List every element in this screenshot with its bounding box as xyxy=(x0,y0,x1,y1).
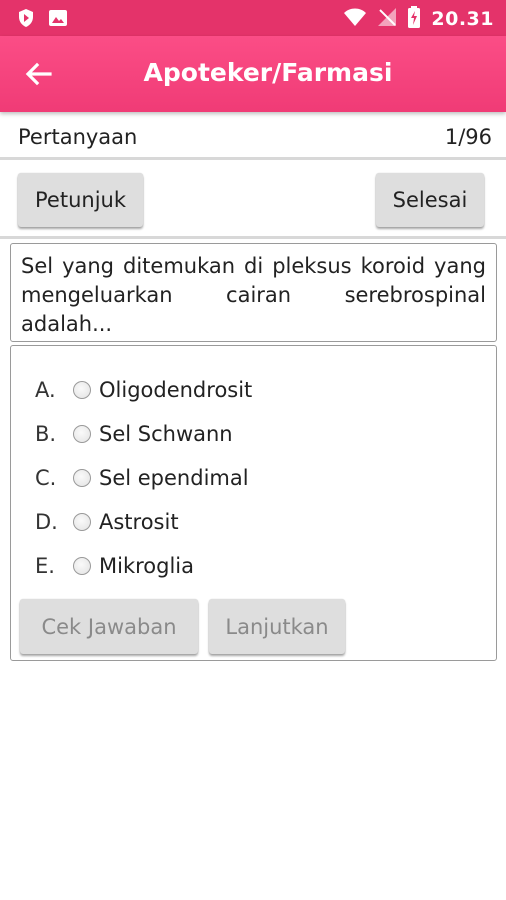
divider xyxy=(0,157,506,160)
option-e[interactable]: E. Mikroglia xyxy=(35,551,194,581)
image-icon xyxy=(48,8,68,32)
app-bar: Apoteker/Farmasi xyxy=(0,36,506,112)
option-label: Oligodendrosit xyxy=(99,378,253,402)
finish-button[interactable]: Selesai xyxy=(376,173,484,227)
option-letter: E. xyxy=(35,554,55,578)
radio-button[interactable] xyxy=(73,469,91,487)
radio-button[interactable] xyxy=(73,513,91,531)
page-title: Apoteker/Farmasi xyxy=(143,58,393,87)
radio-button[interactable] xyxy=(73,557,91,575)
answer-options-panel: A. Oligodendrosit B. Sel Schwann C. Sel … xyxy=(10,345,497,661)
question-header: Pertanyaan 1/96 xyxy=(0,114,506,158)
option-a[interactable]: A. Oligodendrosit xyxy=(35,375,252,405)
option-label: Astrosit xyxy=(99,510,179,534)
option-b[interactable]: B. Sel Schwann xyxy=(35,419,233,449)
option-label: Mikroglia xyxy=(99,554,195,578)
check-answer-button[interactable]: Cek Jawaban xyxy=(20,599,198,654)
radio-button[interactable] xyxy=(73,425,91,443)
hint-button[interactable]: Petunjuk xyxy=(18,173,143,227)
question-label: Pertanyaan xyxy=(18,125,138,149)
option-label: Sel Schwann xyxy=(99,422,233,446)
option-c[interactable]: C. Sel ependimal xyxy=(35,463,249,493)
divider xyxy=(0,236,506,239)
battery-charging-icon xyxy=(407,6,421,32)
question-text-box: Sel yang ditemukan di pleksus koroid yan… xyxy=(10,243,497,342)
no-signal-icon xyxy=(377,7,397,31)
option-letter: C. xyxy=(35,466,57,490)
option-d[interactable]: D. Astrosit xyxy=(35,507,179,537)
question-text: Sel yang ditemukan di pleksus koroid yan… xyxy=(21,254,486,336)
question-counter: 1/96 xyxy=(444,125,492,149)
option-letter: B. xyxy=(35,422,57,446)
status-time: 20.31 xyxy=(431,8,494,30)
option-letter: D. xyxy=(35,510,58,534)
next-button[interactable]: Lanjutkan xyxy=(209,599,345,654)
radio-button[interactable] xyxy=(73,381,91,399)
shield-app-icon xyxy=(16,8,36,32)
option-label: Sel ependimal xyxy=(99,466,249,490)
option-letter: A. xyxy=(35,378,56,402)
status-bar: 20.31 xyxy=(0,0,506,36)
wifi-icon xyxy=(343,7,367,31)
